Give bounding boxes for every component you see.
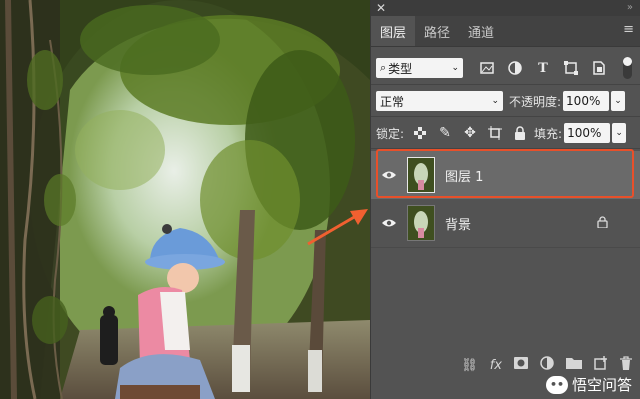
layer-thumbnail (407, 157, 435, 193)
smart-object-filter-icon[interactable] (589, 58, 609, 78)
chevron-down-icon: ⌄ (451, 63, 459, 73)
new-group-folder-icon[interactable] (566, 357, 582, 373)
opacity-input[interactable]: 100% (563, 91, 610, 111)
type-filter-icon[interactable]: T (533, 58, 553, 78)
blend-mode-select[interactable]: 正常 ⌄ (376, 91, 503, 111)
new-adjustment-layer-icon[interactable] (540, 356, 554, 374)
layer-name[interactable]: 背景 (445, 214, 471, 233)
fx-button[interactable]: fx (490, 358, 502, 373)
opacity-label: 不透明度: (509, 94, 562, 109)
blend-mode-value: 正常 (380, 94, 405, 109)
lock-label: 锁定: (376, 126, 405, 141)
lock-row: 锁定: ✎ ✥ 填充: 100% ⌄ (371, 122, 640, 144)
lock-position-move-icon[interactable]: ✥ (460, 123, 480, 143)
adjustment-filter-icon[interactable] (505, 58, 525, 78)
watermark-logo-icon: •• (545, 375, 568, 394)
collapse-icon[interactable]: » (627, 2, 634, 13)
add-mask-icon[interactable] (514, 357, 528, 373)
lock-all-icon[interactable] (510, 123, 530, 143)
watermark: •• 悟空问答 (545, 374, 632, 395)
layer-name[interactable]: 图层 1 (445, 166, 483, 185)
chevron-down-icon: ⌄ (491, 96, 499, 106)
filter-row: ⌕ 类型 ⌄ T (371, 57, 640, 79)
fill-dropdown-button[interactable]: ⌄ (612, 123, 627, 143)
panel-tabs: 图层 路径 通道 ≡ (371, 16, 640, 47)
tab-layers[interactable]: 图层 (371, 16, 416, 46)
lock-pixels-brush-icon[interactable]: ✎ (435, 123, 455, 143)
close-panel-button[interactable]: ✕ (376, 0, 386, 16)
filter-kind-select[interactable]: ⌕ 类型 ⌄ (376, 58, 463, 78)
opacity-dropdown-button[interactable]: ⌄ (611, 91, 626, 111)
photo-image (0, 0, 370, 399)
fill-label: 填充: (534, 126, 563, 141)
lock-artboard-icon[interactable] (485, 123, 505, 143)
tab-channels[interactable]: 通道 (459, 16, 503, 46)
watermark-text: 悟空问答 (571, 376, 632, 394)
link-layers-icon[interactable]: ⛓ (461, 358, 478, 373)
layers-panel: ✕ » 图层 路径 通道 ≡ ⌕ 类型 ⌄ T 正常 ⌄ 不透明度: 100% … (370, 0, 640, 399)
visibility-eye-icon[interactable] (371, 170, 407, 180)
panel-menu-icon[interactable]: ≡ (623, 22, 634, 37)
layer-row-layer-1[interactable]: 图层 1 (371, 151, 640, 199)
layer-row-background[interactable]: 背景 (371, 199, 640, 247)
photo-canvas[interactable] (0, 0, 370, 399)
lock-transparency-icon[interactable] (410, 123, 430, 143)
layer-lock-icon[interactable] (597, 215, 608, 231)
panel-titlebar: ✕ » (371, 0, 640, 16)
filter-toggle[interactable] (623, 57, 632, 79)
visibility-eye-icon[interactable] (371, 218, 407, 228)
fill-input[interactable]: 100% (564, 123, 611, 143)
blend-row: 正常 ⌄ 不透明度: 100% ⌄ (371, 90, 640, 112)
layer-thumbnail (407, 205, 435, 241)
new-layer-icon[interactable] (594, 356, 608, 374)
search-icon: ⌕ (380, 61, 387, 74)
filter-kind-label: 类型 (388, 61, 413, 76)
tab-paths[interactable]: 路径 (415, 16, 459, 46)
shape-filter-icon[interactable] (561, 58, 581, 78)
trash-icon[interactable] (620, 356, 632, 374)
image-filter-icon[interactable] (477, 58, 497, 78)
